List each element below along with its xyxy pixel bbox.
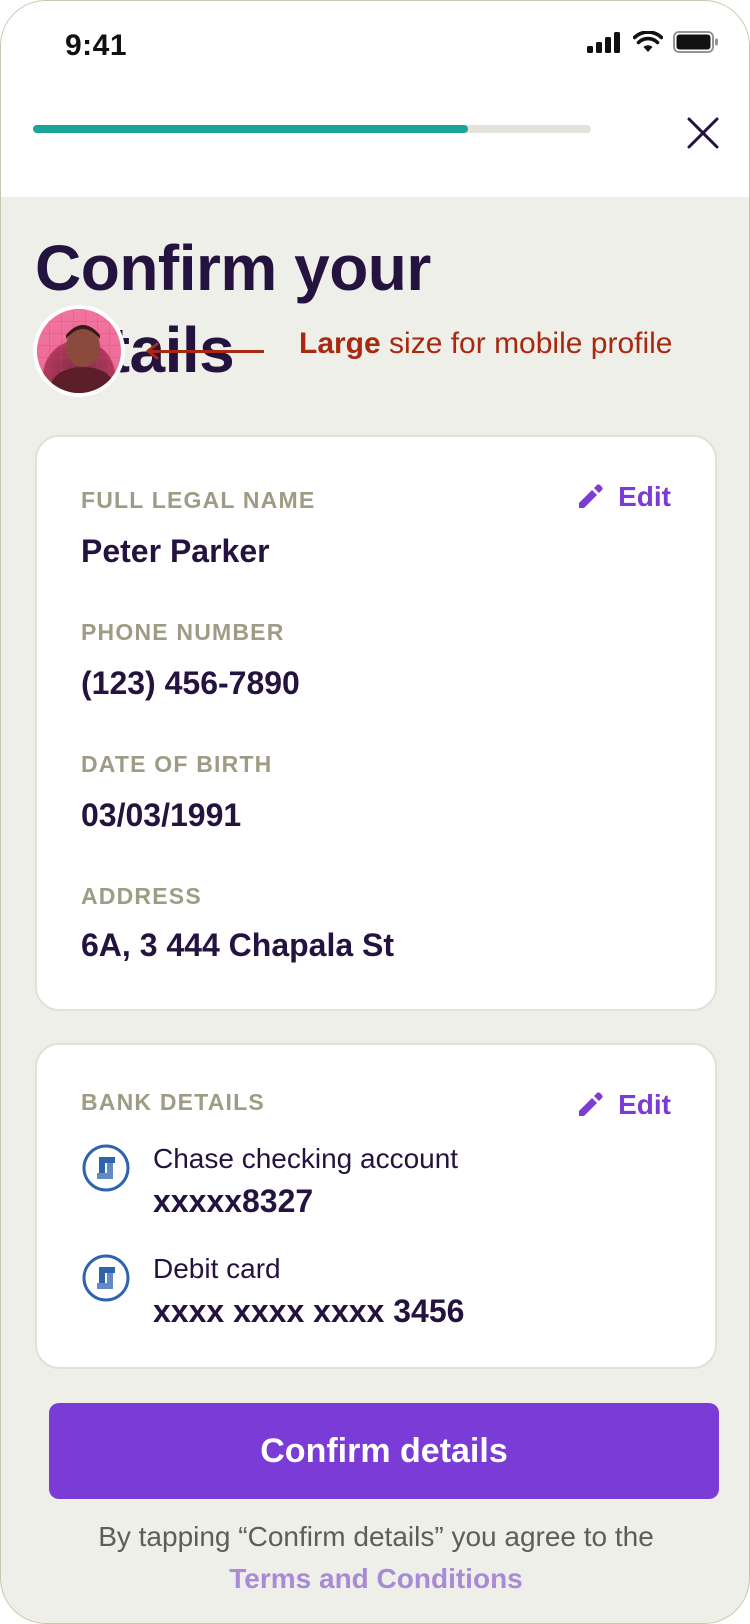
address-value: 6A, 3 444 Chapala St xyxy=(81,927,395,963)
bank-account-number: xxxxx8327 xyxy=(153,1183,314,1219)
personal-details-card: Edit FULL LEGAL NAME Peter Parker PHONE … xyxy=(35,435,717,1011)
edit-label: Edit xyxy=(618,1089,671,1120)
edit-label: Edit xyxy=(618,481,671,512)
debit-card-name: Debit card xyxy=(153,1253,281,1284)
debit-card-number: xxxx xxxx xxxx 3456 xyxy=(153,1293,465,1329)
agreement-text: By tapping “Confirm details” you agree t… xyxy=(98,1521,654,1552)
pencil-icon xyxy=(579,1092,603,1116)
debit-card-row[interactable]: Debit card xxxx xxxx xxxx 3456 xyxy=(81,1253,641,1333)
bank-account-row[interactable]: Chase checking account xxxxx8327 xyxy=(81,1143,641,1223)
bank-account-name: Chase checking account xyxy=(153,1143,459,1174)
full-name-value: Peter Parker xyxy=(81,533,270,569)
phone-frame: 9:41 Confirm your details Large size for… xyxy=(0,0,750,1624)
size-annotation: Large size for mobile profile xyxy=(299,327,673,361)
progress-bar xyxy=(33,125,591,133)
close-icon xyxy=(687,117,719,149)
address-label: ADDRESS xyxy=(81,883,202,909)
signal-icon xyxy=(587,32,620,53)
top-bar: 9:41 xyxy=(1,1,749,197)
phone-value: (123) 456-7890 xyxy=(81,665,300,701)
chase-logo-icon xyxy=(82,1254,130,1302)
close-button[interactable] xyxy=(685,115,721,151)
terms-link[interactable]: Terms and Conditions xyxy=(1,1563,749,1595)
avatar-portrait xyxy=(37,309,121,393)
pencil-icon xyxy=(579,484,603,508)
bank-details-label: BANK DETAILS xyxy=(81,1089,265,1115)
status-time: 9:41 xyxy=(65,29,128,62)
wifi-icon xyxy=(633,31,663,52)
status-icons xyxy=(587,31,719,53)
battery-icon xyxy=(673,31,718,53)
edit-personal-button[interactable]: Edit xyxy=(576,481,671,513)
annotation-text: size for mobile profile xyxy=(380,327,673,360)
annotation-bold: Large xyxy=(299,327,381,360)
progress-fill xyxy=(33,125,469,133)
confirm-details-button[interactable]: Confirm details xyxy=(49,1403,719,1499)
bank-details-card: BANK DETAILS Edit Chase checking account… xyxy=(35,1043,717,1369)
chase-logo-icon xyxy=(82,1144,130,1192)
edit-bank-button[interactable]: Edit xyxy=(576,1089,671,1121)
dob-label: DATE OF BIRTH xyxy=(81,751,273,777)
dob-value: 03/03/1991 xyxy=(81,797,242,833)
avatar xyxy=(33,305,125,397)
phone-label: PHONE NUMBER xyxy=(81,619,285,645)
full-name-label: FULL LEGAL NAME xyxy=(81,487,316,513)
annotation-line xyxy=(149,350,264,353)
